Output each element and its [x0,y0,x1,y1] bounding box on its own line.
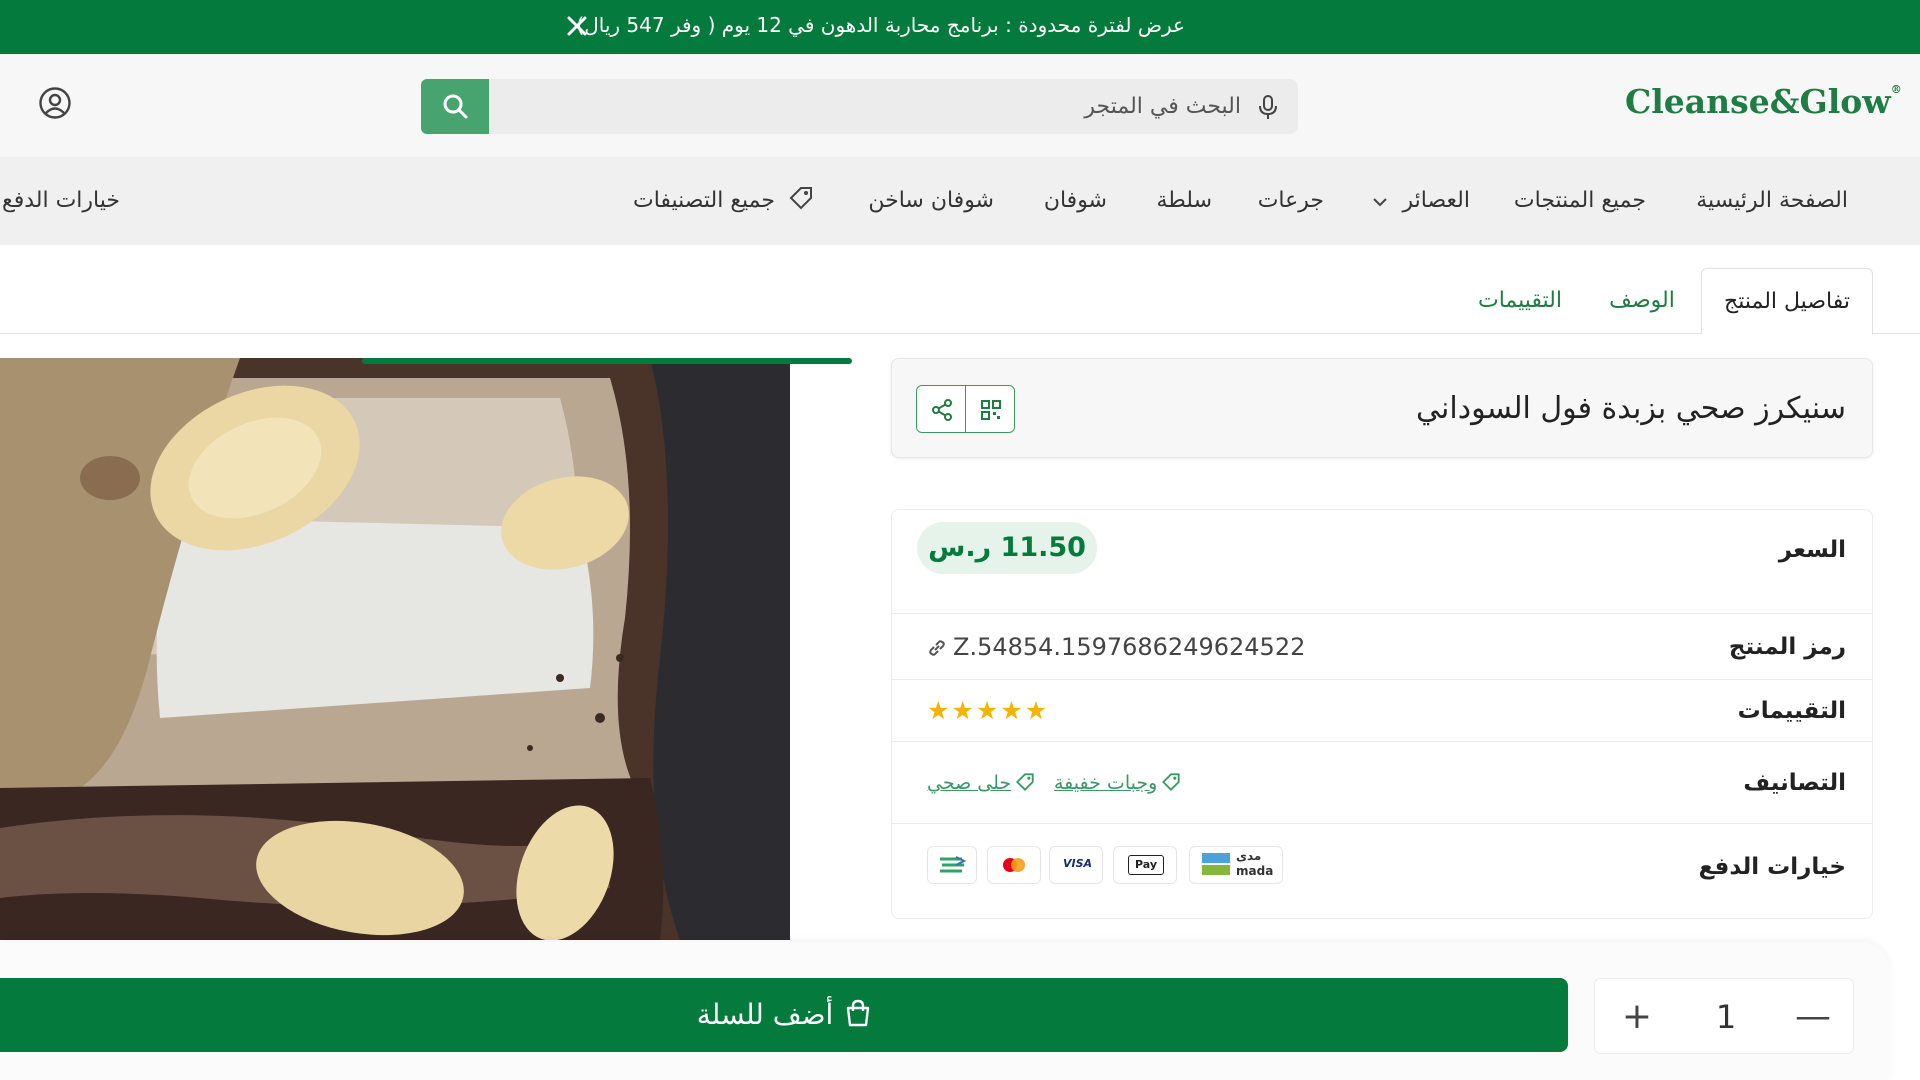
tab-product-details[interactable]: تفاصيل المنتج [1701,268,1873,335]
categories-label: التصانيف [1743,770,1846,796]
visa-text: VISA [1063,857,1093,870]
search-input[interactable] [501,79,1241,134]
share-button[interactable] [916,385,966,433]
qr-code-icon [981,400,1001,420]
shopping-bag-icon [847,999,870,1027]
rating-row: التقييمات ★★★★★ [892,680,1872,742]
tag-icon [1162,773,1180,791]
add-to-cart-button[interactable]: أضف للسلة [0,978,1568,1052]
nav-item-juices[interactable]: العصائر [1372,157,1470,245]
nav-all-categories-label: جميع التصنيفات [632,188,775,213]
visa-logo: VISA [1049,846,1103,884]
star-icon: ★ [927,696,952,725]
price-value: 11.50 ر.س [917,522,1097,574]
price-label: السعر [1778,537,1846,563]
sku-value: Z.54854.1597686249624522 [953,633,1306,661]
snack-bar-photo [0,358,852,940]
promo-bar: عرض لفترة محدودة : برنامج محاربة الدهون … [0,0,1920,54]
rating-label: التقييمات [1737,698,1846,724]
sku-value-wrap: Z.54854.1597686249624522 [927,614,1305,680]
product-details-card: السعر 11.50 ر.س رمز المنتج Z.54854.15976… [891,509,1873,919]
share-icon [932,399,952,421]
logo-text: Cleanse&Glow [1625,82,1891,121]
star-icon: ★ [975,696,1001,725]
nav-item-all-categories[interactable]: جميع التصنيفات [633,157,814,245]
main-nav: الصفحة الرئيسية جميع المنتجات العصائر جر… [0,157,1920,245]
sku-row: رمز المنتج Z.54854.1597686249624522 [892,614,1872,680]
brand-logo[interactable]: Cleanse&Glow® [1625,82,1902,132]
promo-text: عرض لفترة محدودة : برنامج محاربة الدهون … [576,13,1185,37]
quantity-input[interactable]: 1 [1683,979,1769,1055]
apple-pay-text: Pay [1128,855,1164,875]
mada-logo: مدى mada [1189,846,1283,884]
product-title: سنيكرز صحي بزبدة فول السوداني [1416,391,1846,426]
star-icon: ★ [1024,696,1050,725]
payment-row: خيارات الدفع مدى mada Pay VISA [892,824,1872,918]
category-snacks-label: وجبات خفيفة [1054,772,1158,794]
nav-juices-label: العصائر [1402,188,1470,213]
stc-pay-logo [927,846,977,884]
search-button[interactable] [421,79,489,134]
mada-arabic-text: مدى [1236,849,1262,863]
product-tabs: تفاصيل المنتج الوصف التقييمات [0,268,1920,335]
mic-icon[interactable] [1256,94,1280,120]
search-icon [443,94,468,119]
mada-english-text: mada [1236,864,1274,878]
chevron-down-icon [1372,198,1387,207]
tab-reviews[interactable]: التقييمات [1455,268,1585,334]
qr-code-button[interactable] [965,385,1015,433]
nav-item-oats[interactable]: شوفان [1044,157,1107,245]
product-title-card: سنيكرز صحي بزبدة فول السوداني [891,358,1873,458]
mastercard-logo [987,846,1041,884]
nav-item-payment-options[interactable]: خيارات الدفع [2,157,120,245]
star-icon: ★ [1000,696,1025,725]
product-image [0,358,852,940]
tab-description[interactable]: الوصف [1587,268,1697,334]
search-bar [421,79,1298,134]
link-icon [929,640,945,656]
add-to-cart-inner: أضف للسلة [697,978,872,1052]
image-progress-bar [362,358,852,364]
quantity-decrease-button[interactable]: — [1783,979,1843,1055]
nav-item-hot-oats[interactable]: شوفان ساخن [868,157,994,245]
rating-stars: ★★★★★ [927,680,1049,742]
nav-item-all-products[interactable]: جميع المنتجات [1514,157,1646,245]
logo-registered-mark: ® [1890,83,1902,96]
categories-row: التصانيف وجبات خفيفة حلى صحي [892,742,1872,824]
user-icon[interactable] [38,86,72,120]
category-healthy-dessert-label: حلى صحي [927,772,1012,794]
header: Cleanse&Glow® [0,54,1920,157]
nav-item-salad[interactable]: سلطة [1156,157,1212,245]
tag-icon [789,187,812,210]
category-link-snacks[interactable]: وجبات خفيفة [1054,742,1181,824]
quantity-stepper: + 1 — [1594,978,1854,1054]
sku-label: رمز المنتج [1728,634,1846,660]
price-row: السعر 11.50 ر.س [892,510,1872,614]
tag-icon [1016,773,1034,791]
apple-pay-logo: Pay [1113,846,1177,884]
add-to-cart-label: أضف للسلة [696,998,834,1031]
nav-item-home[interactable]: الصفحة الرئيسية [1696,157,1848,245]
star-icon: ★ [951,696,976,725]
bottom-action-bar: أضف للسلة + 1 — [0,942,1920,1080]
payment-label: خيارات الدفع [1698,854,1846,880]
nav-item-shots[interactable]: جرعات [1258,157,1324,245]
quantity-increase-button[interactable]: + [1607,979,1667,1055]
category-link-healthy-dessert[interactable]: حلى صحي [927,742,1035,824]
